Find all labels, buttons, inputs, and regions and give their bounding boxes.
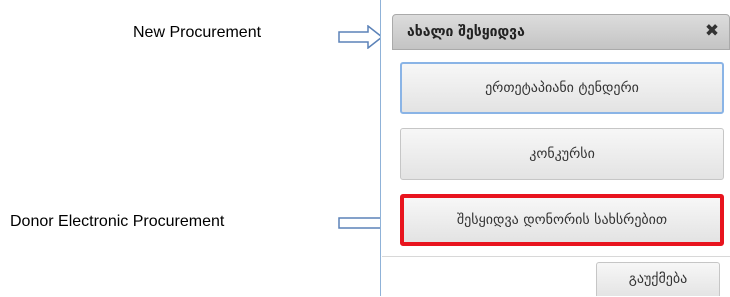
cancel-button[interactable]: გაუქმება — [596, 262, 720, 296]
dialog-title: ახალი შესყიდვა — [407, 24, 525, 40]
arrow-right-icon — [338, 25, 384, 49]
close-icon[interactable]: ✖ — [703, 22, 721, 40]
annotation-donor-procurement: Donor Electronic Procurement — [10, 213, 225, 230]
dialog-titlebar: ახალი შესყიდვა ✖ — [392, 14, 730, 50]
annotation-new-procurement: New Procurement — [133, 24, 262, 41]
single-stage-tender-button[interactable]: ერთეტაპიანი ტენდერი — [400, 62, 724, 114]
donor-funded-procurement-button[interactable]: შესყიდვა დონორის სახსრებით — [400, 194, 724, 246]
contest-button[interactable]: კონკურსი — [400, 128, 724, 180]
